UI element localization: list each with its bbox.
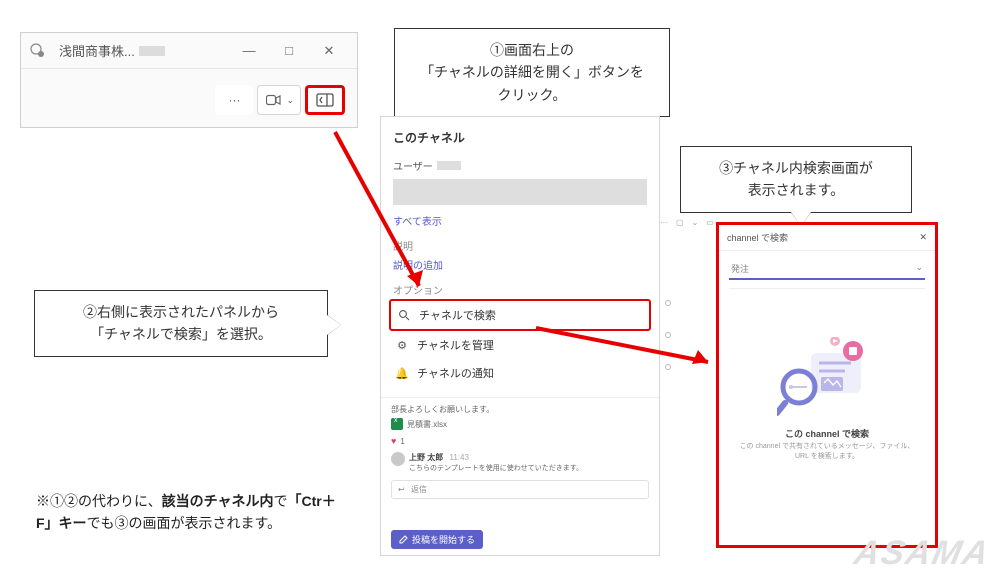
panel-icon[interactable]: ▭ [706, 218, 714, 227]
video-icon [266, 94, 282, 106]
option-label: チャネルを管理 [417, 337, 494, 353]
dot-icon [665, 332, 671, 338]
presence-icon [29, 42, 47, 60]
option-channel-notifications[interactable]: 🔔 チャネルの通知 [389, 359, 651, 387]
message-meta: 上野 太郎 11:43 [409, 452, 649, 463]
callout-text: クリック。 [413, 84, 651, 106]
search-icon [397, 309, 411, 321]
bell-icon: 🔔 [395, 367, 409, 380]
options-list: チャネルで検索 ⚙ チャネルを管理 🔔 チャネルの通知 [381, 299, 659, 387]
panel-open-icon [316, 93, 334, 107]
note-text: ※①②の代わりに、 [36, 493, 162, 509]
redacted-text [139, 46, 165, 56]
note-bold: 該当のチャネル内 [162, 493, 274, 509]
search-header-label: channel で検索 [727, 231, 788, 244]
reply-arrow-icon: ↩ [398, 485, 405, 494]
redacted-text [437, 161, 461, 170]
minimize-button[interactable]: — [229, 43, 269, 58]
close-button[interactable]: ✕ [309, 43, 349, 59]
teams-window: 浅間商事株... — □ ✕ ··· ⌄ [20, 32, 358, 128]
search-input[interactable]: 発注 ⌄ [729, 259, 925, 280]
search-illustration [777, 337, 877, 417]
note-text: で [273, 493, 287, 509]
search-caption: この channel で検索 [719, 427, 935, 440]
compose-icon [399, 535, 408, 544]
callout-text: 「チャネルで検索」を選択。 [53, 323, 309, 345]
video-icon[interactable]: ▢ [676, 218, 684, 227]
file-attachment[interactable]: 見積書.xlsx [391, 415, 649, 433]
meet-button[interactable]: ⌄ [257, 85, 301, 115]
show-all-link[interactable]: すべて表示 [381, 211, 659, 236]
option-search-channel[interactable]: チャネルで検索 [389, 299, 651, 331]
avatar [391, 452, 405, 466]
chevron-down-icon[interactable]: ⌄ [692, 218, 699, 227]
title-text: 浅間商事株... [59, 41, 135, 60]
titlebar: 浅間商事株... — □ ✕ [21, 33, 357, 69]
like-count: 1 [400, 437, 404, 446]
chevron-down-icon: ⌄ [286, 95, 294, 106]
ellipsis-icon[interactable]: ··· [660, 218, 668, 227]
search-panel-header: channel で検索 ✕ [719, 225, 935, 251]
right-toolbar: ··· ▢ ⌄ ▭ [660, 212, 714, 232]
add-description-link[interactable]: 説明の追加 [381, 255, 659, 280]
user-label: ユーザー [393, 158, 433, 173]
reaction-row: ♥ 1 [391, 433, 649, 449]
note-text: でも③の画面が表示されます。 [87, 515, 282, 531]
option-manage-channel[interactable]: ⚙ チャネルを管理 [389, 331, 651, 359]
callout-step-1: ①画面右上の 「チャネルの詳細を開く」ボタンを クリック。 [394, 28, 670, 117]
callout-text: 表示されます。 [699, 179, 893, 201]
search-subtext: この channel で共有されているメッセージ、ファイル、URL を検索します… [719, 440, 935, 464]
redacted-block [393, 179, 647, 205]
maximize-button[interactable]: □ [269, 43, 309, 58]
author-name: 上野 太郎 [409, 453, 443, 462]
user-section: ユーザー [381, 154, 659, 177]
channel-toolbar: ··· ⌄ [21, 69, 357, 127]
channel-details-panel: このチャネル ユーザー すべて表示 説明 説明の追加 オプション チャネルで検索… [380, 116, 660, 556]
message-row: 上野 太郎 11:43 こちらのテンプレートを使用に使わせていただきます。 [391, 449, 649, 476]
excel-icon [391, 418, 403, 430]
footnote: ※①②の代わりに、該当のチャネル内で「Ctr＋F」キーでも③の画面が表示されます… [36, 490, 336, 535]
feed-text: 部長よろしくお願いします。 [391, 404, 649, 415]
ellipsis-icon: ··· [228, 93, 240, 107]
file-name: 見積書.xlsx [407, 419, 447, 430]
reply-label: 返信 [411, 485, 427, 494]
new-post-label: 投稿を開始する [412, 533, 475, 546]
options-label: オプション [381, 280, 659, 299]
search-input-text: 発注 [731, 262, 749, 275]
option-label: チャネルで検索 [419, 307, 496, 323]
new-post-button[interactable]: 投稿を開始する [391, 530, 483, 549]
channel-search-panel: channel で検索 ✕ 発注 ⌄ この channel で検索 この cha… [716, 222, 938, 548]
reply-box[interactable]: ↩ 返信 [391, 480, 649, 499]
callout-text: ③チャネル内検索画面が [699, 157, 893, 179]
watermark: ASAMA [851, 534, 994, 573]
callout-step-3: ③チャネル内検索画面が 表示されます。 [680, 146, 912, 213]
panel-heading: このチャネル [381, 117, 659, 154]
window-title: 浅間商事株... [59, 41, 229, 60]
callout-text: 「チャネルの詳細を開く」ボタンを [413, 61, 651, 83]
scroll-dots [665, 300, 671, 370]
more-button[interactable]: ··· [215, 85, 253, 115]
callout-text: ①画面右上の [413, 39, 651, 61]
chevron-down-icon: ⌄ [915, 262, 923, 275]
dot-icon [665, 300, 671, 306]
message-feed: 部長よろしくお願いします。 見積書.xlsx ♥ 1 上野 太郎 11:43 こ… [381, 397, 659, 505]
message-body: こちらのテンプレートを使用に使わせていただきます。 [409, 463, 649, 473]
timestamp: 11:43 [449, 453, 468, 462]
gear-icon: ⚙ [395, 339, 409, 352]
close-icon[interactable]: ✕ [919, 232, 927, 243]
description-label: 説明 [381, 236, 659, 255]
option-label: チャネルの通知 [417, 365, 494, 381]
heart-icon[interactable]: ♥ [391, 436, 396, 446]
channel-details-button[interactable] [305, 85, 345, 115]
dot-icon [665, 364, 671, 370]
callout-step-2: ②右側に表示されたパネルから 「チャネルで検索」を選択。 [34, 290, 328, 357]
callout-text: ②右側に表示されたパネルから [53, 301, 309, 323]
